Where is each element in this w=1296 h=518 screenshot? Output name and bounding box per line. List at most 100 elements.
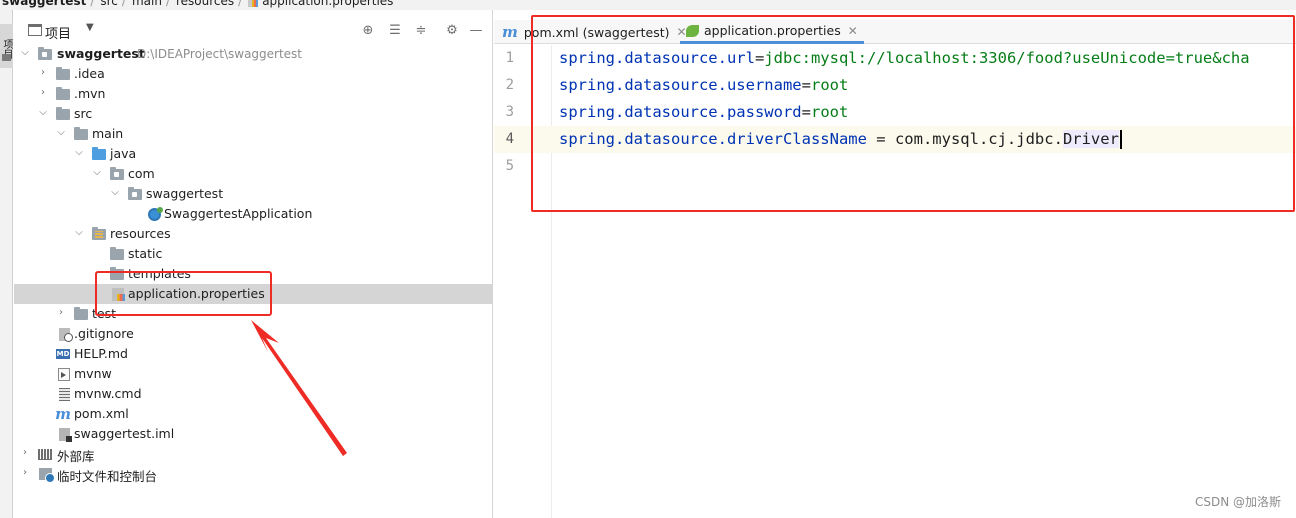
scratches-icon xyxy=(38,468,55,483)
tree-row-swaggertest-root[interactable]: ⌵ swaggertest D:\IDEAProject\swaggertest xyxy=(14,44,493,64)
tree-row-external-libraries[interactable]: › 外部库 xyxy=(14,444,493,464)
maven-m-icon: m xyxy=(502,23,518,41)
tree-label: swaggertest xyxy=(57,46,145,61)
breadcrumb: swaggertest / src / main / resources / a… xyxy=(0,0,1296,10)
line-number: 5 xyxy=(505,158,514,174)
tree-label: 外部库 xyxy=(57,449,95,464)
tree-label: .idea xyxy=(74,66,105,81)
gitignore-file-icon xyxy=(57,327,73,342)
tree-label: swaggertest.iml xyxy=(74,426,175,441)
package-icon xyxy=(128,186,142,200)
tree-label: resources xyxy=(110,226,171,241)
breadcrumb-separator: / xyxy=(90,0,95,8)
breadcrumb-file[interactable]: application.properties xyxy=(262,0,393,8)
folder-icon xyxy=(110,246,124,260)
tree-row-scratches-and-consoles[interactable]: › 临时文件和控制台 xyxy=(14,464,493,484)
chevron-down-icon[interactable]: ⌵ xyxy=(56,127,66,138)
folder-icon xyxy=(56,86,70,100)
locate-icon[interactable]: ⊕ xyxy=(360,22,376,38)
tree-label: static xyxy=(128,246,163,261)
folder-icon xyxy=(56,66,70,80)
left-tool-stripe: 项目 xyxy=(0,10,13,518)
breadcrumb-resources[interactable]: resources xyxy=(176,0,234,8)
tree-row-static[interactable]: static xyxy=(14,244,493,264)
chevron-down-icon[interactable]: ⌵ xyxy=(110,187,120,198)
collapse-all-icon[interactable]: ≑ xyxy=(413,22,429,38)
chevron-right-icon[interactable]: › xyxy=(38,67,48,78)
breadcrumb-separator: / xyxy=(238,0,243,8)
project-panel-title[interactable]: 项目 xyxy=(45,23,71,42)
source-folder-icon xyxy=(92,146,106,160)
library-icon xyxy=(38,448,52,460)
project-tree: ⌵ swaggertest D:\IDEAProject\swaggertest… xyxy=(14,44,493,484)
package-icon xyxy=(110,166,124,180)
breadcrumb-separator: / xyxy=(121,0,126,8)
properties-file-icon xyxy=(248,0,259,7)
expand-all-icon[interactable]: ☰ xyxy=(387,22,403,38)
executable-file-icon xyxy=(57,367,71,381)
tree-label: java xyxy=(110,146,137,161)
breadcrumb-src[interactable]: src xyxy=(100,0,118,8)
chevron-down-icon[interactable]: ▼ xyxy=(86,22,94,33)
tree-row-mvn[interactable]: › .mvn xyxy=(14,84,493,104)
tree-label: mvnw xyxy=(74,366,112,381)
tree-label: .gitignore xyxy=(74,326,134,341)
module-folder-icon xyxy=(38,46,52,60)
tree-row-main[interactable]: ⌵ main xyxy=(14,124,493,144)
annotation-box-file xyxy=(95,271,272,316)
tree-row-swaggertest-iml[interactable]: swaggertest.iml xyxy=(14,424,493,444)
tree-row-swaggertest-application[interactable]: SwaggertestApplication xyxy=(14,204,493,224)
folder-icon xyxy=(56,106,70,120)
project-panel-header: 项目 ▼ ⊕ ☰ ≑ ⚙ — xyxy=(14,20,493,42)
watermark: CSDN @加洛斯 xyxy=(1194,495,1281,509)
hide-icon[interactable]: — xyxy=(468,22,484,38)
chevron-down-icon[interactable]: ⌵ xyxy=(74,227,84,238)
line-number: 4 xyxy=(505,131,514,147)
annotation-box-editor xyxy=(531,15,1295,212)
chevron-down-icon[interactable]: ⌵ xyxy=(92,167,102,178)
chevron-right-icon[interactable]: › xyxy=(20,467,30,478)
tree-label: pom.xml xyxy=(74,406,129,421)
chevron-right-icon[interactable]: › xyxy=(56,307,66,318)
tree-row-mvnw[interactable]: mvnw xyxy=(14,364,493,384)
maven-m-icon: m xyxy=(55,405,71,423)
breadcrumb-separator: / xyxy=(165,0,170,8)
tree-row-mvnw-cmd[interactable]: mvnw.cmd xyxy=(14,384,493,404)
tree-label: HELP.md xyxy=(74,346,128,361)
tree-row-com[interactable]: ⌵ com xyxy=(14,164,493,184)
tree-label: 临时文件和控制台 xyxy=(57,469,158,484)
project-path: D:\IDEAProject\swaggertest xyxy=(137,47,303,61)
tree-row-help-md[interactable]: MD HELP.md xyxy=(14,344,493,364)
chevron-down-icon[interactable]: ⌵ xyxy=(38,107,48,118)
markdown-file-icon: MD xyxy=(56,349,70,359)
resources-folder-icon xyxy=(92,226,106,240)
chevron-right-icon[interactable]: › xyxy=(20,447,30,458)
chevron-down-icon[interactable]: ⌵ xyxy=(20,47,30,58)
text-file-icon xyxy=(57,387,71,401)
iml-file-icon xyxy=(57,427,72,442)
line-number: 1 xyxy=(505,50,514,66)
spring-boot-class-icon xyxy=(147,206,163,221)
project-window-icon xyxy=(28,24,42,36)
tree-label: mvnw.cmd xyxy=(74,386,142,401)
breadcrumb-main[interactable]: main xyxy=(132,0,162,8)
tree-label: src xyxy=(74,106,93,121)
tree-row-src[interactable]: ⌵ src xyxy=(14,104,493,124)
breadcrumb-project[interactable]: swaggertest xyxy=(2,0,86,8)
gear-icon[interactable]: ⚙ xyxy=(444,22,460,38)
tree-row-java[interactable]: ⌵ java xyxy=(14,144,493,164)
folder-icon xyxy=(2,54,11,61)
tree-row-swaggertest-package[interactable]: ⌵ swaggertest xyxy=(14,184,493,204)
tree-row-idea[interactable]: › .idea xyxy=(14,64,493,84)
tree-row-gitignore[interactable]: .gitignore xyxy=(14,324,493,344)
tree-row-resources[interactable]: ⌵ resources xyxy=(14,224,493,244)
folder-icon xyxy=(74,126,88,140)
tree-label: .mvn xyxy=(74,86,106,101)
project-tool-window-button[interactable]: 项目 xyxy=(0,24,13,68)
chevron-right-icon[interactable]: › xyxy=(38,87,48,98)
chevron-down-icon[interactable]: ⌵ xyxy=(74,147,84,158)
tree-row-pom-xml[interactable]: m pom.xml xyxy=(14,404,493,424)
tree-label: SwaggertestApplication xyxy=(164,206,313,221)
line-number: 3 xyxy=(505,104,514,120)
folder-icon xyxy=(74,306,88,320)
